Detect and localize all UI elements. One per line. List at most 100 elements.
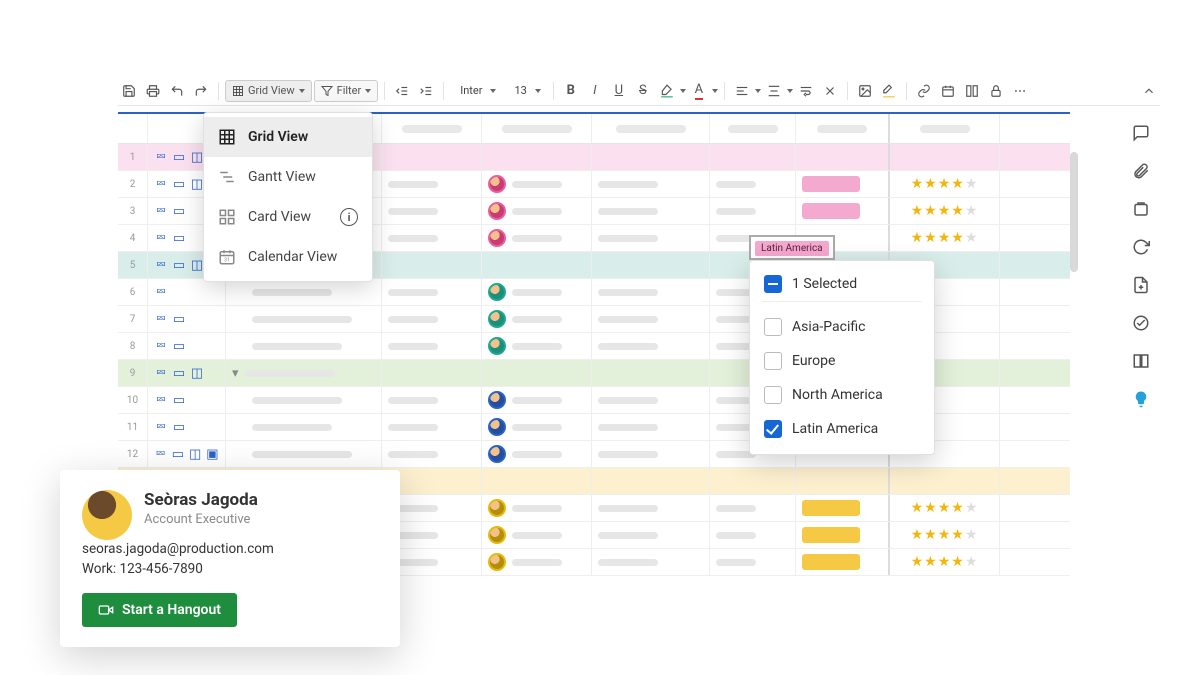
view-option-gantt[interactable]: Gantt View xyxy=(204,157,372,197)
chevron-down-icon[interactable] xyxy=(712,89,718,93)
avatar[interactable] xyxy=(488,202,506,220)
proof-icon[interactable]: ◫ xyxy=(190,150,204,164)
comment-icon[interactable]: ▭ xyxy=(172,339,186,353)
avatar[interactable] xyxy=(488,445,506,463)
rating-stars[interactable]: ★★★★★ xyxy=(911,500,979,516)
contact-email[interactable]: seoras.jagoda@production.com xyxy=(82,541,378,557)
avatar[interactable] xyxy=(488,283,506,301)
font-size-select[interactable]: 13 xyxy=(504,80,546,102)
comment-icon[interactable]: ▭ xyxy=(172,312,186,326)
comment-icon[interactable]: ▭ xyxy=(172,231,186,245)
indeterminate-checkbox-icon[interactable] xyxy=(764,275,782,293)
conversations-icon[interactable] xyxy=(1130,122,1152,144)
attachments-icon[interactable] xyxy=(1130,160,1152,182)
publish-icon[interactable] xyxy=(1130,274,1152,296)
attachment-icon[interactable]: ⮹ xyxy=(154,150,168,164)
attachment-icon[interactable]: ⮹ xyxy=(154,393,168,407)
proof-icon[interactable]: ◫ xyxy=(189,447,202,461)
link-icon[interactable] xyxy=(913,80,935,102)
region-option-la[interactable]: Latin America xyxy=(764,412,920,446)
strikethrough-icon[interactable]: S xyxy=(632,80,654,102)
avatar[interactable] xyxy=(488,418,506,436)
comment-icon[interactable]: ▭ xyxy=(172,150,186,164)
avatar[interactable] xyxy=(488,310,506,328)
proofs-icon[interactable] xyxy=(1130,198,1152,220)
region-tag[interactable] xyxy=(802,554,860,570)
rating-stars[interactable]: ★★★★★ xyxy=(911,203,979,219)
avatar[interactable] xyxy=(488,229,506,247)
attachment-icon[interactable]: ⮹ xyxy=(154,339,168,353)
rating-stars[interactable]: ★★★★★ xyxy=(911,176,979,192)
checkbox-icon[interactable] xyxy=(764,386,782,404)
filter-button[interactable]: Filter xyxy=(314,80,379,102)
highlight-icon[interactable] xyxy=(878,80,900,102)
collapse-toolbar-icon[interactable] xyxy=(1138,80,1160,102)
avatar[interactable] xyxy=(488,499,506,517)
info-icon[interactable]: i xyxy=(340,208,358,226)
attachment-icon[interactable]: ⮹ xyxy=(154,177,168,191)
comment-icon[interactable]: ▭ xyxy=(171,447,184,461)
rating-stars[interactable]: ★★★★★ xyxy=(911,554,979,570)
print-icon[interactable] xyxy=(142,80,164,102)
region-tag[interactable] xyxy=(802,203,860,219)
undo-icon[interactable] xyxy=(166,80,188,102)
chevron-down-icon[interactable] xyxy=(787,89,793,93)
avatar[interactable] xyxy=(488,553,506,571)
tips-icon[interactable] xyxy=(1130,388,1152,410)
comment-icon[interactable]: ▭ xyxy=(172,366,186,380)
checkbox-checked-icon[interactable] xyxy=(764,420,782,438)
rating-stars[interactable]: ★★★★★ xyxy=(911,527,979,543)
font-family-select[interactable]: Inter xyxy=(450,80,502,102)
view-option-calendar[interactable]: 31 Calendar View xyxy=(204,237,372,277)
vertical-scrollbar[interactable] xyxy=(1070,112,1078,635)
comment-icon[interactable]: ▭ xyxy=(172,204,186,218)
rating-stars[interactable]: ★★★★★ xyxy=(911,230,979,246)
region-tag[interactable] xyxy=(802,500,860,516)
attachment-icon[interactable]: ⮹ xyxy=(154,285,168,299)
redo-icon[interactable] xyxy=(190,80,212,102)
start-hangout-button[interactable]: Start a Hangout xyxy=(82,593,237,627)
proof-icon[interactable]: ◫ xyxy=(190,258,204,272)
save-icon[interactable] xyxy=(118,80,140,102)
region-option-europe[interactable]: Europe xyxy=(764,344,920,378)
attachment-icon[interactable]: ⮹ xyxy=(154,204,168,218)
expand-icon[interactable]: ▾ xyxy=(232,366,239,381)
lock-icon[interactable] xyxy=(985,80,1007,102)
summary-icon[interactable] xyxy=(1130,350,1152,372)
attachment-icon[interactable]: ⮹ xyxy=(154,420,168,434)
attachment-icon[interactable]: ⮹ xyxy=(154,312,168,326)
attachment-icon[interactable]: ⮹ xyxy=(154,366,168,380)
align-horizontal-icon[interactable] xyxy=(731,80,753,102)
comment-icon[interactable]: ▭ xyxy=(172,393,186,407)
comment-icon[interactable]: ▭ xyxy=(172,177,186,191)
avatar[interactable] xyxy=(488,526,506,544)
more-icon[interactable] xyxy=(1009,80,1031,102)
outdent-icon[interactable] xyxy=(391,80,413,102)
avatar[interactable] xyxy=(488,391,506,409)
avatar[interactable] xyxy=(488,337,506,355)
attachment-icon[interactable]: ⮹ xyxy=(154,231,168,245)
reminder-icon[interactable]: ▣ xyxy=(206,447,219,461)
indent-icon[interactable] xyxy=(415,80,437,102)
italic-icon[interactable]: I xyxy=(584,80,606,102)
region-tag[interactable] xyxy=(802,176,860,192)
chevron-down-icon[interactable] xyxy=(680,89,686,93)
clear-format-icon[interactable] xyxy=(819,80,841,102)
checkbox-icon[interactable] xyxy=(764,318,782,336)
avatar[interactable] xyxy=(488,175,506,193)
bold-icon[interactable]: B xyxy=(560,80,582,102)
proof-icon[interactable]: ◫ xyxy=(190,177,204,191)
align-vertical-icon[interactable] xyxy=(763,80,785,102)
update-requests-icon[interactable] xyxy=(1130,236,1152,258)
view-option-card[interactable]: Card View i xyxy=(204,197,372,237)
proof-icon[interactable]: ◫ xyxy=(190,366,204,380)
wrap-text-icon[interactable] xyxy=(795,80,817,102)
attachment-icon[interactable]: ⮹ xyxy=(154,447,167,461)
underline-icon[interactable]: U xyxy=(608,80,630,102)
region-option-asia[interactable]: Asia-Pacific xyxy=(764,310,920,344)
region-cell-selected[interactable]: Latin America xyxy=(749,235,835,260)
activity-icon[interactable] xyxy=(1130,312,1152,334)
date-icon[interactable] xyxy=(937,80,959,102)
comment-icon[interactable]: ▭ xyxy=(172,420,186,434)
column-icon[interactable] xyxy=(961,80,983,102)
